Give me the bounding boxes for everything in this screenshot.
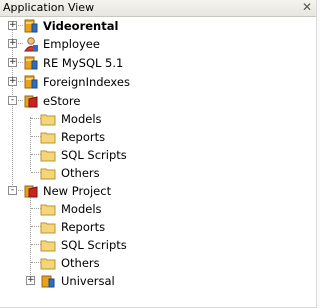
tree-item-employee[interactable]: + Employee	[0, 35, 316, 53]
tree-item-label: eStore	[43, 94, 81, 108]
tree-item-newproject-reports[interactable]: Reports	[0, 218, 316, 236]
database-icon	[24, 56, 38, 70]
tree-item-estore[interactable]: - eStore	[0, 92, 316, 110]
project-tree: + Videorental + Employee + RE MySQL 5.1 …	[0, 17, 316, 307]
folder-icon	[40, 204, 56, 216]
tree-item-universal[interactable]: + Universal	[0, 272, 316, 290]
person-icon	[24, 37, 38, 52]
tree-item-label: Universal	[61, 274, 115, 288]
folder-icon	[40, 114, 56, 126]
tree-item-label: Models	[61, 112, 102, 126]
tree-item-label: SQL Scripts	[61, 238, 127, 252]
tree-item-re-mysql[interactable]: + RE MySQL 5.1	[0, 54, 316, 72]
folder-icon	[40, 132, 56, 144]
tree-item-foreignindexes[interactable]: + ForeignIndexes	[0, 73, 316, 91]
tree-item-estore-others[interactable]: Others	[0, 164, 316, 182]
expand-icon[interactable]: +	[8, 39, 17, 48]
folder-icon	[40, 258, 56, 270]
tree-item-label: RE MySQL 5.1	[43, 56, 124, 70]
tree-item-videorental[interactable]: + Videorental	[0, 17, 316, 35]
expand-icon[interactable]: +	[8, 21, 17, 30]
collapse-icon[interactable]: -	[8, 186, 17, 195]
tree-item-newproject-others[interactable]: Others	[0, 254, 316, 272]
package-icon	[41, 275, 55, 288]
expand-icon[interactable]: +	[8, 77, 17, 86]
expand-icon[interactable]: +	[8, 58, 17, 67]
close-icon[interactable]: ✕	[301, 1, 313, 14]
database-icon	[24, 75, 38, 89]
tree-item-new-project[interactable]: - New Project	[0, 182, 316, 200]
panel-titlebar: Application View ✕	[0, 0, 316, 17]
collapse-icon[interactable]: -	[8, 96, 17, 105]
folder-icon	[40, 222, 56, 234]
folder-icon	[40, 150, 56, 162]
tree-item-estore-models[interactable]: Models	[0, 110, 316, 128]
tree-item-estore-sql-scripts[interactable]: SQL Scripts	[0, 146, 316, 164]
tree-item-label: SQL Scripts	[61, 148, 127, 162]
folder-icon	[40, 240, 56, 252]
tree-item-label: Others	[61, 166, 100, 180]
project-icon	[24, 95, 38, 108]
tree-item-newproject-models[interactable]: Models	[0, 200, 316, 218]
expand-icon[interactable]: +	[26, 276, 35, 285]
tree-item-label: Videorental	[43, 19, 119, 33]
folder-icon	[40, 168, 56, 180]
application-view-panel: Application View ✕ + Videorental + Emplo…	[0, 0, 317, 308]
tree-item-label: Others	[61, 256, 100, 270]
tree-item-label: New Project	[43, 184, 112, 198]
database-icon	[24, 19, 38, 33]
tree-item-label: Reports	[61, 130, 106, 144]
tree-item-estore-reports[interactable]: Reports	[0, 128, 316, 146]
tree-item-newproject-sql-scripts[interactable]: SQL Scripts	[0, 236, 316, 254]
tree-item-label: ForeignIndexes	[43, 75, 130, 89]
project-icon	[24, 185, 38, 198]
tree-item-label: Reports	[61, 220, 106, 234]
tree-item-label: Models	[61, 202, 102, 216]
panel-title: Application View	[3, 1, 95, 14]
tree-item-label: Employee	[43, 37, 100, 51]
